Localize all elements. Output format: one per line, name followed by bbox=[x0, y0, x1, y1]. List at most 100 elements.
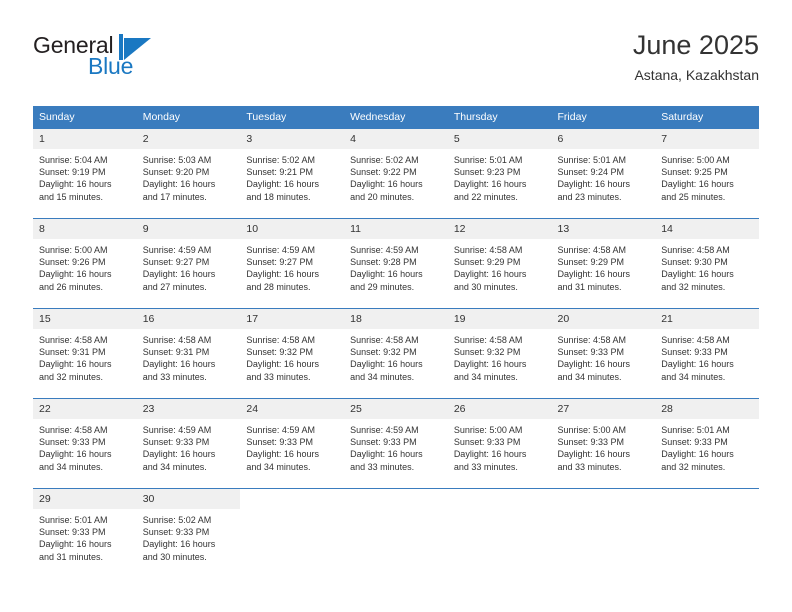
day-details: Sunrise: 5:01 AM Sunset: 9:24 PM Daylight:… bbox=[552, 149, 656, 203]
daylight-text-line2: and 34 minutes. bbox=[350, 371, 415, 382]
calendar-day-cell[interactable]: 18 Sunrise: 4:58 AM Sunset: 9:32 PM Dayligh… bbox=[344, 308, 448, 399]
daylight-text-line1: Daylight: 16 hours bbox=[142, 179, 216, 190]
day-details: Sunrise: 4:58 AM Sunset: 9:32 PM Daylight:… bbox=[448, 329, 552, 383]
calendar-empty-cell bbox=[447, 488, 552, 578]
day-number: 13 bbox=[551, 219, 656, 239]
sunrise-text: Sunrise: 5:00 AM bbox=[557, 425, 627, 435]
calendar-day-cell[interactable]: 3 Sunrise: 5:02 AM Sunset: 9:21 PM Daylight… bbox=[240, 128, 345, 219]
weekday-header-saturday: Saturday bbox=[655, 106, 759, 129]
daylight-text-line2: and 18 minutes. bbox=[246, 191, 311, 202]
daylight-text-line1: Daylight: 16 hours bbox=[661, 359, 734, 370]
day-details: Sunrise: 4:58 AM Sunset: 9:33 PM Daylight:… bbox=[655, 329, 759, 383]
daylight-text-line2: and 33 minutes. bbox=[246, 371, 311, 382]
calendar-day-cell[interactable]: 20 Sunrise: 4:58 AM Sunset: 9:33 PM Dayligh… bbox=[551, 308, 656, 399]
daylight-text-line2: and 34 minutes. bbox=[661, 371, 726, 382]
daylight-text-line2: and 22 minutes. bbox=[453, 191, 518, 202]
sunrise-text: Sunrise: 5:03 AM bbox=[142, 155, 212, 165]
brand-logo[interactable]: General Blue bbox=[33, 32, 233, 90]
sunrise-text: Sunrise: 4:58 AM bbox=[39, 425, 108, 435]
day-details: Sunrise: 5:01 AM Sunset: 9:33 PM Daylight:… bbox=[655, 419, 759, 473]
calendar-day-cell[interactable]: 17 Sunrise: 4:58 AM Sunset: 9:32 PM Dayligh… bbox=[240, 308, 345, 399]
calendar-day-cell[interactable]: 25 Sunrise: 4:59 AM Sunset: 9:33 PM Dayligh… bbox=[344, 398, 448, 489]
calendar-day-cell[interactable]: 14 Sunrise: 4:58 AM Sunset: 9:30 PM Dayligh… bbox=[655, 218, 759, 309]
day-details: Sunrise: 5:00 AM Sunset: 9:26 PM Daylight:… bbox=[33, 239, 137, 293]
weekday-header-sunday: Sunday bbox=[33, 106, 137, 129]
calendar-day-cell[interactable]: 12 Sunrise: 4:58 AM Sunset: 9:29 PM Dayligh… bbox=[447, 218, 552, 309]
day-number bbox=[344, 489, 448, 509]
weekday-header-friday: Friday bbox=[551, 106, 656, 129]
sunset-text: Sunset: 9:30 PM bbox=[661, 257, 728, 268]
calendar-day-cell[interactable]: 7 Sunrise: 5:00 AM Sunset: 9:25 PM Daylight… bbox=[655, 128, 759, 219]
sunset-text: Sunset: 9:33 PM bbox=[557, 347, 625, 358]
sunset-text: Sunset: 9:21 PM bbox=[246, 167, 313, 178]
calendar-day-cell[interactable]: 1 Sunrise: 5:04 AM Sunset: 9:19 PM Daylight… bbox=[33, 128, 137, 219]
sunset-text: Sunset: 9:29 PM bbox=[453, 257, 521, 268]
calendar-day-cell[interactable]: 29 Sunrise: 5:01 AM Sunset: 9:33 PM Dayligh… bbox=[33, 488, 137, 578]
sunset-text: Sunset: 9:27 PM bbox=[246, 257, 313, 268]
calendar-day-cell[interactable]: 22 Sunrise: 4:58 AM Sunset: 9:33 PM Dayligh… bbox=[33, 398, 137, 489]
calendar-day-cell[interactable]: 10 Sunrise: 4:59 AM Sunset: 9:27 PM Dayligh… bbox=[240, 218, 345, 309]
sunrise-text: Sunrise: 5:02 AM bbox=[142, 515, 212, 525]
sunset-text: Sunset: 9:33 PM bbox=[557, 437, 625, 448]
day-details: Sunrise: 4:58 AM Sunset: 9:31 PM Daylight:… bbox=[33, 329, 137, 383]
day-number: 24 bbox=[240, 399, 345, 419]
daylight-text-line1: Daylight: 16 hours bbox=[246, 269, 319, 280]
daylight-text-line1: Daylight: 16 hours bbox=[661, 179, 734, 190]
calendar-day-cell[interactable]: 27 Sunrise: 5:00 AM Sunset: 9:33 PM Dayligh… bbox=[551, 398, 656, 489]
sunrise-text: Sunrise: 4:58 AM bbox=[350, 335, 419, 345]
calendar-day-cell[interactable]: 4 Sunrise: 5:02 AM Sunset: 9:22 PM Daylight… bbox=[344, 128, 448, 219]
sunrise-text: Sunrise: 4:58 AM bbox=[661, 245, 730, 255]
sunrise-text: Sunrise: 4:58 AM bbox=[453, 245, 523, 255]
calendar-week-row: 1 Sunrise: 5:04 AM Sunset: 9:19 PM Daylight… bbox=[33, 128, 759, 219]
calendar-day-cell[interactable]: 11 Sunrise: 4:59 AM Sunset: 9:28 PM Dayligh… bbox=[344, 218, 448, 309]
daylight-text-line1: Daylight: 16 hours bbox=[246, 359, 319, 370]
calendar-day-cell[interactable]: 28 Sunrise: 5:01 AM Sunset: 9:33 PM Dayligh… bbox=[655, 398, 759, 489]
calendar-day-cell[interactable]: 24 Sunrise: 4:59 AM Sunset: 9:33 PM Dayligh… bbox=[240, 398, 345, 489]
daylight-text-line1: Daylight: 16 hours bbox=[453, 449, 527, 460]
day-details: Sunrise: 5:04 AM Sunset: 9:19 PM Daylight:… bbox=[33, 149, 137, 203]
sunrise-text: Sunrise: 4:59 AM bbox=[142, 245, 212, 255]
daylight-text-line1: Daylight: 16 hours bbox=[350, 449, 423, 460]
day-number: 15 bbox=[33, 309, 137, 329]
day-details: Sunrise: 4:59 AM Sunset: 9:27 PM Daylight:… bbox=[137, 239, 241, 293]
calendar-day-cell[interactable]: 19 Sunrise: 4:58 AM Sunset: 9:32 PM Dayligh… bbox=[447, 308, 552, 399]
calendar-week-row: 15 Sunrise: 4:58 AM Sunset: 9:31 PM Dayligh… bbox=[33, 308, 759, 399]
calendar-day-cell[interactable]: 2 Sunrise: 5:03 AM Sunset: 9:20 PM Daylight… bbox=[136, 128, 241, 219]
calendar-day-cell[interactable]: 16 Sunrise: 4:58 AM Sunset: 9:31 PM Dayligh… bbox=[136, 308, 241, 399]
daylight-text-line2: and 33 minutes. bbox=[142, 371, 207, 382]
sunset-text: Sunset: 9:19 PM bbox=[39, 167, 106, 178]
daylight-text-line2: and 23 minutes. bbox=[557, 191, 622, 202]
sunset-text: Sunset: 9:33 PM bbox=[246, 437, 313, 448]
daylight-text-line2: and 34 minutes. bbox=[246, 461, 311, 472]
weekday-header-wednesday: Wednesday bbox=[344, 106, 448, 129]
sunrise-text: Sunrise: 5:01 AM bbox=[453, 155, 523, 165]
calendar-day-cell[interactable]: 9 Sunrise: 4:59 AM Sunset: 9:27 PM Daylight… bbox=[136, 218, 241, 309]
calendar-day-cell[interactable]: 8 Sunrise: 5:00 AM Sunset: 9:26 PM Daylight… bbox=[33, 218, 137, 309]
calendar-week-row: 8 Sunrise: 5:00 AM Sunset: 9:26 PM Daylight… bbox=[33, 218, 759, 309]
sunset-text: Sunset: 9:27 PM bbox=[142, 257, 210, 268]
sunrise-text: Sunrise: 4:59 AM bbox=[350, 425, 419, 435]
daylight-text-line1: Daylight: 16 hours bbox=[39, 539, 112, 550]
calendar-page: General Blue June 2025 Astana, Kazakhsta… bbox=[0, 0, 792, 612]
sunrise-text: Sunrise: 5:04 AM bbox=[39, 155, 108, 165]
calendar-day-cell[interactable]: 26 Sunrise: 5:00 AM Sunset: 9:33 PM Dayligh… bbox=[447, 398, 552, 489]
weekday-header-thursday: Thursday bbox=[447, 106, 552, 129]
calendar-day-cell[interactable]: 13 Sunrise: 4:58 AM Sunset: 9:29 PM Dayligh… bbox=[551, 218, 656, 309]
sunrise-text: Sunrise: 5:00 AM bbox=[39, 245, 108, 255]
daylight-text-line1: Daylight: 16 hours bbox=[453, 269, 527, 280]
calendar-day-cell[interactable]: 6 Sunrise: 5:01 AM Sunset: 9:24 PM Daylight… bbox=[551, 128, 656, 219]
sunrise-text: Sunrise: 4:59 AM bbox=[350, 245, 419, 255]
day-details: Sunrise: 4:58 AM Sunset: 9:32 PM Daylight:… bbox=[240, 329, 344, 383]
daylight-text-line1: Daylight: 16 hours bbox=[453, 359, 527, 370]
sunset-text: Sunset: 9:33 PM bbox=[661, 347, 728, 358]
sunset-text: Sunset: 9:31 PM bbox=[39, 347, 106, 358]
calendar-day-cell[interactable]: 15 Sunrise: 4:58 AM Sunset: 9:31 PM Dayligh… bbox=[33, 308, 137, 399]
daylight-text-line2: and 33 minutes. bbox=[453, 461, 518, 472]
brand-name-blue: Blue bbox=[88, 53, 134, 79]
calendar-day-cell[interactable]: 5 Sunrise: 5:01 AM Sunset: 9:23 PM Daylight… bbox=[447, 128, 552, 219]
calendar-day-cell[interactable]: 21 Sunrise: 4:58 AM Sunset: 9:33 PM Dayligh… bbox=[655, 308, 759, 399]
calendar-day-cell[interactable]: 30 Sunrise: 5:02 AM Sunset: 9:33 PM Dayligh… bbox=[136, 488, 241, 578]
day-details: Sunrise: 5:03 AM Sunset: 9:20 PM Daylight:… bbox=[137, 149, 241, 203]
day-details: Sunrise: 4:58 AM Sunset: 9:33 PM Daylight:… bbox=[33, 419, 137, 473]
calendar-day-cell[interactable]: 23 Sunrise: 4:59 AM Sunset: 9:33 PM Dayligh… bbox=[136, 398, 241, 489]
